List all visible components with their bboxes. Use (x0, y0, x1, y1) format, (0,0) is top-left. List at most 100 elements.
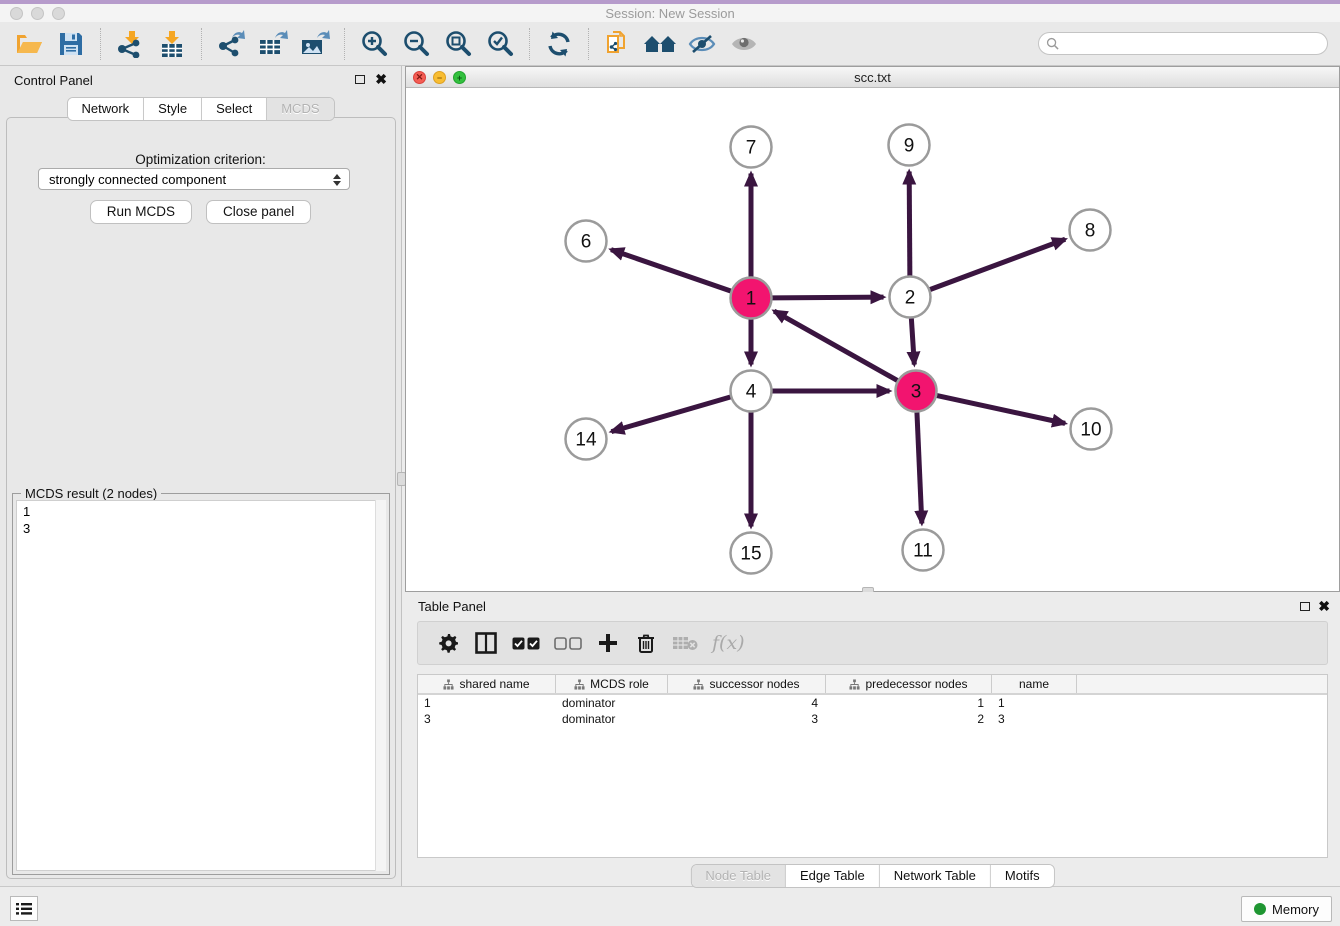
column-header-label: name (1019, 677, 1049, 691)
table-cell[interactable]: 3 (992, 711, 1077, 727)
table-row[interactable]: 3dominator323 (418, 711, 1327, 727)
import-network-icon (116, 30, 144, 58)
export-image-button[interactable] (298, 27, 332, 61)
hide-selected-button[interactable] (685, 27, 719, 61)
tab-edge-table[interactable]: Edge Table (786, 865, 880, 887)
result-scrollbar[interactable] (375, 500, 386, 871)
application-window: Session: New Session (0, 0, 1340, 926)
optimization-criterion-label: Optimization criterion: (0, 152, 401, 167)
graph-node-label-7: 7 (746, 138, 757, 159)
column-header-name[interactable]: name (992, 675, 1077, 693)
node-table: shared name MCDS role successor nodes prede… (417, 674, 1328, 858)
deselect-all-columns-button[interactable] (554, 630, 582, 656)
titlebar[interactable]: Session: New Session (0, 4, 1340, 22)
table-cell[interactable]: 3 (418, 711, 556, 727)
save-session-button[interactable] (54, 27, 88, 61)
search-field[interactable] (1038, 32, 1328, 55)
edge-3-10[interactable] (937, 396, 1065, 424)
tab-network-table[interactable]: Network Table (880, 865, 991, 887)
search-input[interactable] (1059, 33, 1327, 54)
edge-3-11[interactable] (917, 412, 922, 523)
fx-icon: f(x) (712, 632, 745, 654)
run-mcds-button[interactable]: Run MCDS (90, 200, 192, 224)
node-table-body: 1dominator4113dominator323 (418, 695, 1327, 727)
table-cell[interactable]: 1 (992, 695, 1077, 711)
delete-table-button[interactable] (672, 630, 698, 656)
column-header-predecessor-nodes[interactable]: predecessor nodes (826, 675, 992, 693)
export-table-icon (258, 30, 288, 58)
zoom-selected-button[interactable] (483, 27, 517, 61)
graph-node-label-8: 8 (1085, 221, 1096, 242)
edge-3-1[interactable] (774, 311, 897, 380)
tab-motifs[interactable]: Motifs (991, 865, 1054, 887)
import-table-button[interactable] (155, 27, 189, 61)
table-cell[interactable]: dominator (556, 711, 668, 727)
float-panel-icon[interactable] (355, 75, 365, 84)
float-table-panel-icon[interactable] (1300, 602, 1310, 611)
edge-1-6[interactable] (611, 250, 731, 291)
table-cell[interactable]: 1 (418, 695, 556, 711)
memory-status-icon (1254, 903, 1266, 915)
table-cell[interactable]: 2 (826, 711, 992, 727)
memory-label: Memory (1272, 902, 1319, 917)
clone-network-button[interactable] (601, 27, 635, 61)
column-header-label: MCDS role (590, 677, 649, 691)
import-network-button[interactable] (113, 27, 147, 61)
tab-style[interactable]: Style (144, 98, 202, 120)
close-panel-button[interactable]: Close panel (206, 200, 311, 224)
refresh-button[interactable] (542, 27, 576, 61)
trash-icon (637, 633, 655, 654)
column-header-shared-name[interactable]: shared name (418, 675, 556, 693)
export-network-button[interactable] (214, 27, 248, 61)
open-file-button[interactable] (12, 27, 46, 61)
table-row[interactable]: 1dominator411 (418, 695, 1327, 711)
tab-select[interactable]: Select (202, 98, 267, 120)
tab-network[interactable]: Network (67, 98, 144, 120)
first-neighbors-button[interactable] (643, 27, 677, 61)
column-header-MCDS-role[interactable]: MCDS role (556, 675, 668, 693)
tab-mcds[interactable]: MCDS (267, 98, 333, 120)
import-table-icon (158, 30, 186, 58)
criterion-select[interactable]: strongly connected component (38, 168, 350, 190)
table-cell[interactable]: 3 (668, 711, 826, 727)
export-table-button[interactable] (256, 27, 290, 61)
table-settings-button[interactable] (436, 630, 460, 656)
add-column-button[interactable] (596, 630, 620, 656)
edge-2-8[interactable] (930, 239, 1065, 289)
column-header-successor-nodes[interactable]: successor nodes (668, 675, 826, 693)
eye-slash-icon (687, 32, 717, 56)
edge-2-3[interactable] (911, 318, 914, 364)
select-all-columns-button[interactable] (512, 630, 540, 656)
table-cell[interactable]: 4 (668, 695, 826, 711)
edge-1-2[interactable] (772, 297, 883, 298)
column-header-label: successor nodes (709, 677, 799, 691)
close-panel-icon[interactable]: ✖ (375, 74, 387, 84)
show-all-button[interactable] (727, 27, 761, 61)
network-graph-canvas[interactable]: 1234678910111415 (407, 89, 1339, 591)
tab-node-table[interactable]: Node Table (691, 865, 786, 887)
edge-4-14[interactable] (611, 397, 730, 432)
mcds-result-list[interactable]: 1 3 (16, 500, 386, 871)
close-table-panel-icon[interactable]: ✖ (1318, 601, 1330, 611)
zoom-fit-button[interactable] (441, 27, 475, 61)
table-cell[interactable]: dominator (556, 695, 668, 711)
toolbar-separator (201, 28, 202, 60)
zoom-in-button[interactable] (357, 27, 391, 61)
table-cell[interactable]: 1 (826, 695, 992, 711)
memory-button[interactable]: Memory (1241, 896, 1332, 922)
table-toolbar: f(x) (417, 621, 1328, 665)
graph-node-label-3: 3 (911, 382, 922, 403)
split-view-button[interactable] (474, 630, 498, 656)
zoom-out-button[interactable] (399, 27, 433, 61)
graph-node-label-6: 6 (581, 232, 592, 253)
save-floppy-icon (58, 31, 84, 57)
task-history-button[interactable] (10, 896, 38, 921)
mcds-result-group: MCDS result (2 nodes) 1 3 (12, 493, 390, 875)
column-type-icon (693, 679, 704, 690)
function-builder-button[interactable]: f(x) (712, 630, 745, 656)
network-window-titlebar[interactable]: ✕ − + scc.txt (406, 67, 1339, 88)
toolbar-separator (529, 28, 530, 60)
delete-column-button[interactable] (634, 630, 658, 656)
edge-2-9[interactable] (909, 171, 910, 275)
control-panel-tabs: NetworkStyleSelectMCDS (66, 97, 334, 121)
